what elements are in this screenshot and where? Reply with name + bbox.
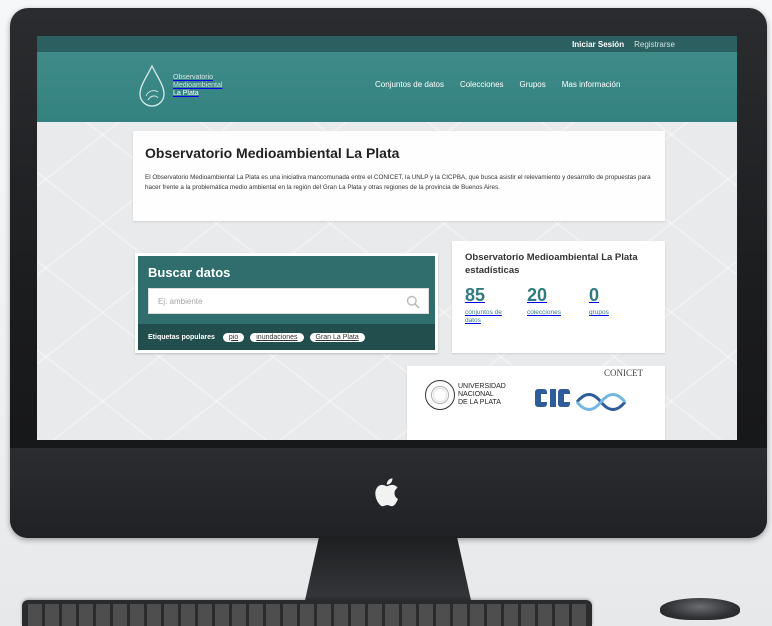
apple-logo-icon	[375, 478, 398, 507]
register-link[interactable]: Registrarse	[634, 40, 675, 49]
stat-value: 85	[465, 285, 486, 305]
logo-text: Observatorio Medioambiental La Plata	[173, 74, 222, 98]
popular-tags: Etiquetas populares pio inundaciones Gra…	[138, 324, 435, 350]
nav-grupos[interactable]: Grupos	[520, 80, 546, 89]
login-link[interactable]: Iniciar Sesión	[572, 40, 624, 49]
tag-gran-la-plata[interactable]: Gran La Plata	[309, 332, 365, 342]
logo-line-2: Medioambiental	[173, 82, 223, 89]
logo-line-1: Observatorio	[173, 74, 214, 81]
stat-label: grupos	[589, 309, 609, 316]
keyboard-keys	[28, 604, 586, 626]
unlp-line-1: UNIVERSIDAD	[458, 383, 506, 390]
stat-conjuntos-de-datos[interactable]: 85 conjuntos de datos	[465, 285, 509, 325]
unlp-line-2: NACIONAL	[458, 391, 494, 398]
top-bar: Iniciar Sesión Registrarse	[37, 36, 737, 52]
water-drop-icon	[139, 64, 165, 107]
stat-value: 20	[527, 285, 548, 305]
masthead: Observatorio Medioambiental La Plata Con…	[37, 52, 737, 122]
cic-conicet-logo-icon	[535, 389, 627, 411]
stats-card: Observatorio Medioambiental La Plata est…	[452, 241, 665, 353]
nav-colecciones[interactable]: Colecciones	[460, 80, 504, 89]
logo-line-3: La Plata	[173, 90, 199, 97]
search-icon[interactable]	[406, 295, 420, 309]
intro-text: El Observatorio Medioambiental La Plata …	[145, 174, 651, 191]
search-input[interactable]	[149, 289, 428, 313]
screen: Iniciar Sesión Registrarse Observatorio …	[37, 36, 737, 440]
tag-inundaciones[interactable]: inundaciones	[250, 332, 304, 342]
nav-conjuntos-de-datos[interactable]: Conjuntos de datos	[375, 80, 444, 89]
keyboard	[22, 600, 592, 626]
tag-pio[interactable]: pio	[222, 332, 245, 342]
site-logo[interactable]: Observatorio Medioambiental La Plata	[137, 64, 222, 108]
stat-label: conjuntos de datos	[465, 309, 502, 324]
mouse	[660, 598, 740, 620]
intro-title: Observatorio Medioambiental La Plata	[145, 145, 400, 161]
intro-card: Observatorio Medioambiental La Plata El …	[133, 131, 665, 221]
popular-tags-label: Etiquetas populares	[148, 333, 215, 341]
unlp-seal-icon	[425, 380, 455, 410]
stat-grupos[interactable]: 0 grupos	[589, 285, 633, 325]
unlp-text: UNIVERSIDAD NACIONAL DE LA PLATA	[458, 383, 506, 407]
nav-mas-informacion[interactable]: Mas información	[562, 80, 621, 89]
stats-title: Observatorio Medioambiental La Plata est…	[465, 252, 638, 276]
search-box	[148, 288, 429, 314]
stat-label: colecciones	[527, 309, 561, 316]
search-title: Buscar datos	[148, 265, 231, 280]
main-nav: Conjuntos de datos Colecciones Grupos Ma…	[375, 80, 620, 89]
conicet-label: CONICET	[604, 368, 643, 378]
unlp-line-3: DE LA PLATA	[458, 399, 501, 406]
stat-value: 0	[589, 285, 600, 305]
search-card: Buscar datos Etiquetas populares pio inu…	[135, 253, 438, 353]
stats-row: 85 conjuntos de datos 20 colecciones 0 g…	[465, 285, 652, 325]
unlp-logo: UNIVERSIDAD NACIONAL DE LA PLATA	[425, 380, 506, 410]
stat-colecciones[interactable]: 20 colecciones	[527, 285, 571, 325]
partners-card: UNIVERSIDAD NACIONAL DE LA PLATA CONICET	[407, 366, 665, 440]
